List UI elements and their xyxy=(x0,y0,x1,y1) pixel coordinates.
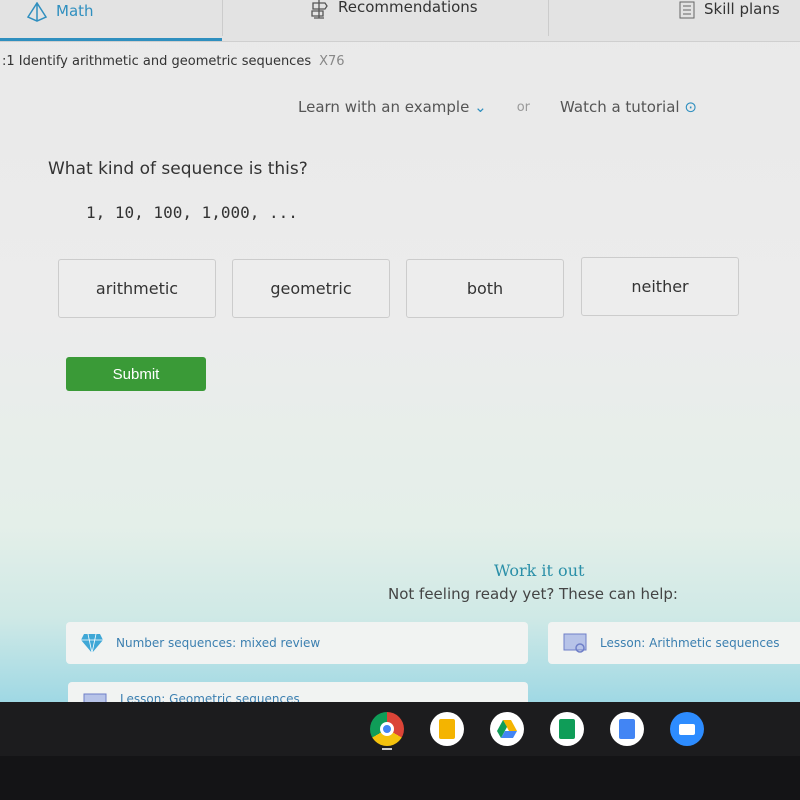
chrome-icon[interactable] xyxy=(370,712,404,746)
choice-geometric[interactable]: geometric xyxy=(232,259,390,318)
docs-icon[interactable] xyxy=(610,712,644,746)
signpost-icon xyxy=(308,0,330,20)
submit-button[interactable]: Submit xyxy=(66,357,206,391)
zoom-icon[interactable] xyxy=(670,712,704,746)
sequence: 1, 10, 100, 1,000, ... xyxy=(86,203,298,222)
card-geometric-lesson[interactable]: Lesson: Geometric sequences xyxy=(68,682,528,702)
divider xyxy=(222,0,223,36)
card-label: Number sequences: mixed review xyxy=(116,636,321,650)
shelf xyxy=(0,702,800,756)
tab-label: Skill plans xyxy=(704,0,780,18)
tab-label: Recommendations xyxy=(338,0,478,16)
tutorial-label: Watch a tutorial xyxy=(560,98,680,116)
work-it-out-title: Work it out xyxy=(494,561,585,580)
skill-code: X76 xyxy=(319,54,345,69)
top-navigation: Math Recommendations Skill plans xyxy=(0,0,800,42)
sheets-icon[interactable] xyxy=(550,712,584,746)
diamond-icon xyxy=(80,632,104,654)
play-icon: ⊙ xyxy=(684,98,697,116)
choice-arithmetic[interactable]: arithmetic xyxy=(58,259,216,318)
browser-content: Math Recommendations Skill plans :1 Iden… xyxy=(0,0,800,702)
tab-label: Math xyxy=(56,2,94,20)
learn-label: Learn with an example xyxy=(298,98,470,116)
divider xyxy=(548,0,549,36)
learn-with-example-button[interactable]: Learn with an example ⌄ xyxy=(298,98,487,116)
active-tab-indicator xyxy=(0,38,222,41)
watch-tutorial-button[interactable]: Watch a tutorial ⊙ xyxy=(560,98,697,116)
tab-recommendations[interactable]: Recommendations xyxy=(308,0,478,36)
card-label: Lesson: Arithmetic sequences xyxy=(600,636,780,650)
checklist-icon xyxy=(678,0,696,20)
breadcrumb: :1 Identify arithmetic and geometric seq… xyxy=(2,54,345,69)
slides-icon[interactable] xyxy=(430,712,464,746)
lesson-icon xyxy=(562,632,588,654)
work-it-out-subtitle: Not feeling ready yet? These can help: xyxy=(388,585,678,603)
choice-neither[interactable]: neither xyxy=(581,257,739,316)
pyramid-icon xyxy=(26,2,48,22)
or-label: or xyxy=(516,99,530,115)
card-mixed-review[interactable]: Number sequences: mixed review xyxy=(66,622,528,664)
choice-both[interactable]: both xyxy=(406,259,564,318)
question-prompt: What kind of sequence is this? xyxy=(48,159,308,179)
card-label: Lesson: Geometric sequences xyxy=(120,692,300,702)
skill-name: :1 Identify arithmetic and geometric seq… xyxy=(2,54,312,69)
card-arithmetic-lesson[interactable]: Lesson: Arithmetic sequences xyxy=(548,622,800,664)
tab-skill-plans[interactable]: Skill plans xyxy=(678,0,780,38)
drive-icon[interactable] xyxy=(490,712,524,746)
active-app-indicator xyxy=(382,748,392,750)
lesson-icon xyxy=(82,692,108,702)
help-row: Learn with an example ⌄ or Watch a tutor… xyxy=(298,98,697,116)
os-dock xyxy=(0,702,800,800)
chevron-down-icon: ⌄ xyxy=(474,98,487,116)
tab-math[interactable]: Math xyxy=(26,0,94,40)
